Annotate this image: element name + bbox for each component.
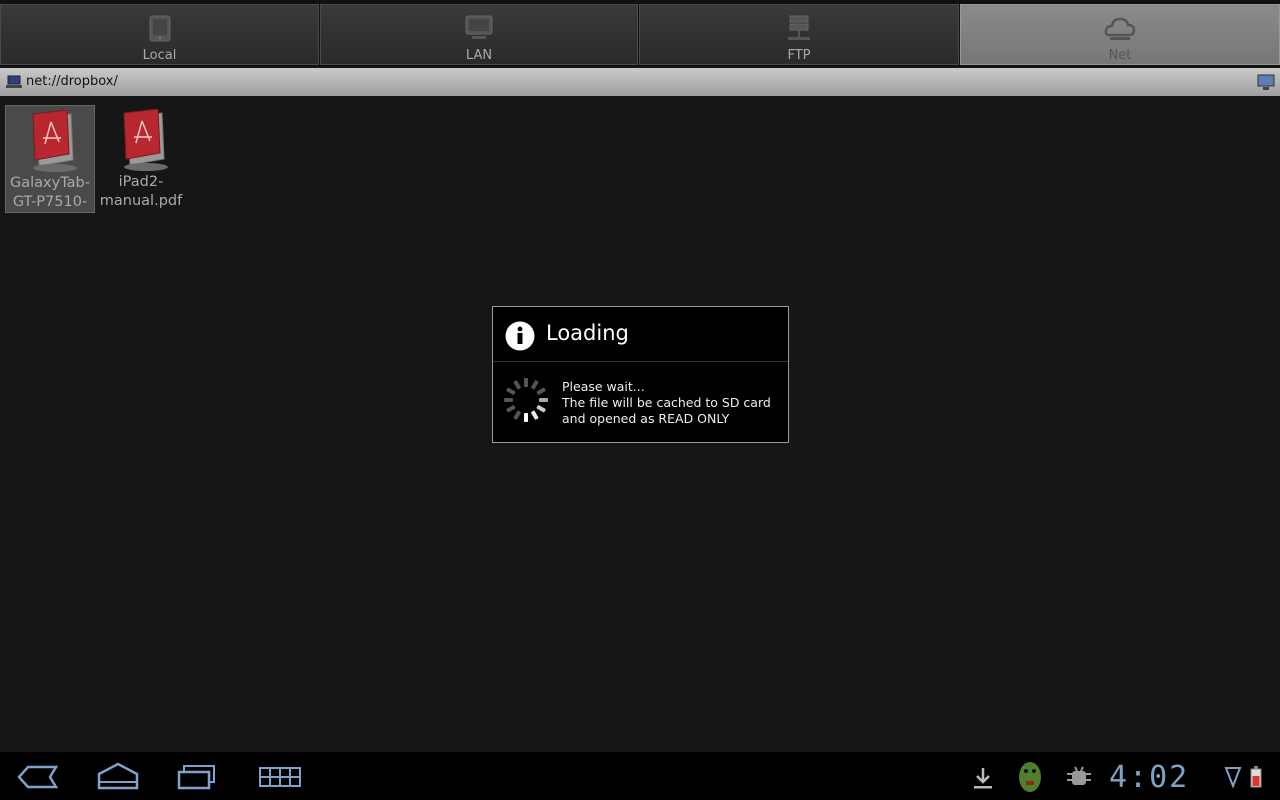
signal-icon xyxy=(1224,767,1242,788)
tab-label: Net xyxy=(1108,48,1132,63)
android-icon[interactable] xyxy=(1014,759,1046,795)
loading-dialog: Loading Please wait... The file will be … xyxy=(492,306,789,443)
system-bar: 4:02 xyxy=(0,752,1280,800)
back-icon[interactable] xyxy=(16,764,58,790)
current-path: net://dropbox/ xyxy=(26,74,118,89)
tab-lan[interactable]: LAN xyxy=(320,4,638,65)
tab-label: LAN xyxy=(465,48,493,63)
message-line: The file will be cached to SD card xyxy=(562,395,771,410)
tab-label: Local xyxy=(142,48,177,63)
dialog-message: Please wait... The file will be cached t… xyxy=(562,379,771,427)
file-item[interactable]: GalaxyTab- GT-P7510- xyxy=(5,105,95,213)
download-icon[interactable] xyxy=(972,766,994,790)
pdf-file-icon xyxy=(32,110,77,172)
path-bar: net://dropbox/ xyxy=(0,68,1280,96)
recent-apps-icon[interactable] xyxy=(176,764,218,790)
battery-icon xyxy=(1250,766,1262,788)
file-item[interactable]: iPad2- manual.pdf xyxy=(96,105,186,213)
menu-icon[interactable] xyxy=(258,766,302,788)
tab-net[interactable]: Net xyxy=(960,4,1280,65)
debug-icon[interactable] xyxy=(1066,765,1092,789)
tab-label: FTP xyxy=(787,48,811,63)
server-icon xyxy=(788,15,810,40)
message-line: and opened as READ ONLY xyxy=(562,411,730,426)
info-icon xyxy=(505,321,535,351)
home-icon[interactable] xyxy=(96,762,140,790)
dialog-header: Loading xyxy=(493,307,788,362)
clock-time: 4:02 xyxy=(1109,760,1190,795)
file-name: GalaxyTab- GT-P7510- xyxy=(10,175,90,210)
dialog-title: Loading xyxy=(546,321,629,345)
pdf-file-icon xyxy=(123,109,168,171)
file-name: iPad2- manual.pdf xyxy=(99,174,183,209)
tablet-icon xyxy=(149,15,170,42)
tab-ftp[interactable]: FTP xyxy=(639,4,959,65)
tab-local[interactable]: Local xyxy=(0,4,319,65)
computer-icon xyxy=(6,75,22,88)
cloud-icon xyxy=(1104,17,1136,40)
desktop-icon[interactable] xyxy=(1256,72,1276,92)
message-line: Please wait... xyxy=(562,379,645,394)
location-tabbar: Local LAN FTP Net xyxy=(0,0,1280,67)
spinner-icon xyxy=(504,378,548,422)
monitor-icon xyxy=(465,15,493,39)
